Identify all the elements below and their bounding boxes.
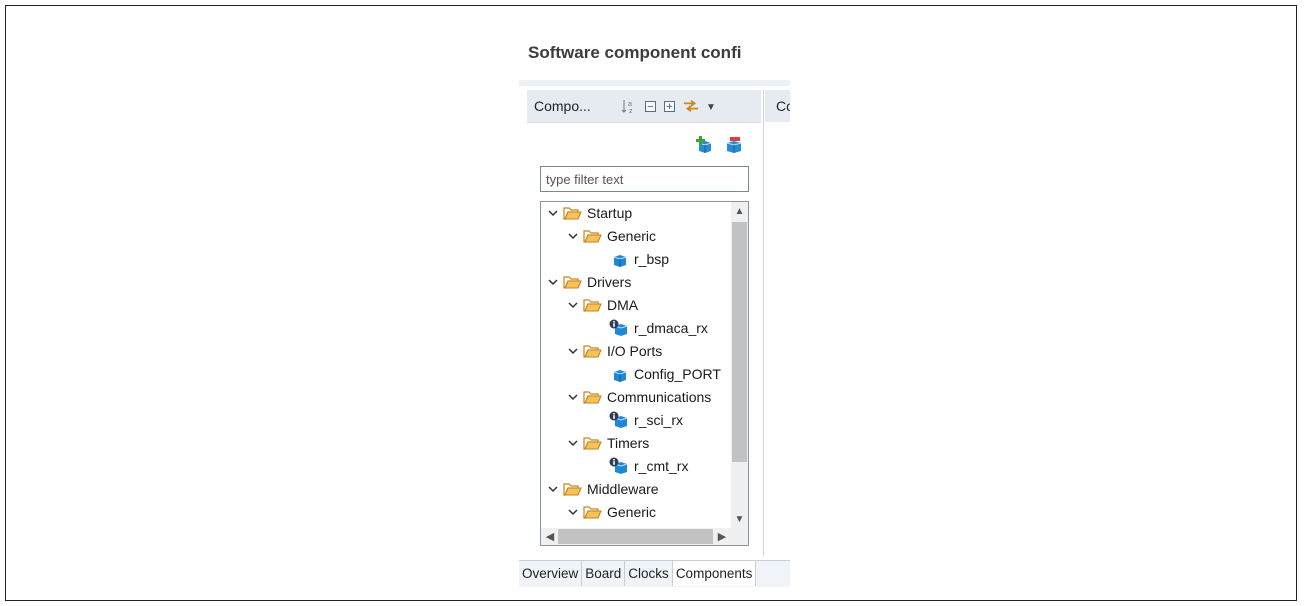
scroll-right-icon[interactable]: ▶ xyxy=(715,529,729,544)
tree-item-label: DMA xyxy=(607,296,639,313)
tree-folder-row[interactable]: DMA xyxy=(567,293,638,316)
collapse-all-icon[interactable]: − xyxy=(645,101,656,112)
tree-component-row[interactable]: r_sci_rx xyxy=(609,408,683,431)
tree-item-label: r_dmaca_rx xyxy=(634,319,708,336)
sort-alpha-icon[interactable]: az xyxy=(621,98,637,114)
tree-item-label: Timers xyxy=(607,434,650,451)
component-info-icon xyxy=(609,319,629,337)
expand-chevron-icon[interactable] xyxy=(547,207,559,219)
tree-item-label: r_cmt_rx xyxy=(634,457,689,474)
scroll-up-icon[interactable]: ▲ xyxy=(733,204,746,218)
component-cube-icon xyxy=(609,365,629,383)
expand-chevron-icon[interactable] xyxy=(567,506,579,518)
editor-tabs: Overview Board Clocks Components xyxy=(519,560,790,587)
panel-top-strip xyxy=(519,80,790,86)
folder-open-icon xyxy=(583,344,602,358)
tree-item-label: Middleware xyxy=(587,480,659,497)
folder-open-icon xyxy=(583,436,602,450)
tree-component-row[interactable]: r_dmaca_rx xyxy=(609,316,708,339)
horizontal-scroll-thumb[interactable] xyxy=(558,529,713,544)
scroll-left-icon[interactable]: ◀ xyxy=(543,529,557,544)
configure-view-title[interactable]: Co xyxy=(776,98,790,114)
tree-folder-row[interactable]: Startup xyxy=(547,202,633,224)
tree-item-label: Generic xyxy=(607,227,657,244)
tree-folder-row[interactable]: Timers xyxy=(567,431,649,454)
view-divider[interactable] xyxy=(763,90,764,556)
tree-item-label: Config_PORT xyxy=(634,365,721,382)
tree-folder-row[interactable]: Middleware xyxy=(547,477,659,500)
components-view-header: Compo... az − + ▼ xyxy=(527,90,761,123)
component-tree: Startup Generic r_bsp Drivers DMA r_dmaca_rx I… xyxy=(540,201,749,546)
tree-item-label: Generic xyxy=(607,503,657,520)
view-menu-icon[interactable]: ▼ xyxy=(703,99,719,115)
tree-folder-row[interactable]: Generic xyxy=(567,500,656,523)
tree-folder-row[interactable]: Communications xyxy=(567,385,711,408)
expand-chevron-icon[interactable] xyxy=(547,483,559,495)
tree-vertical-scrollbar[interactable]: ▲ ▼ xyxy=(731,202,748,528)
tree-component-row[interactable]: Config_PORT xyxy=(609,362,721,385)
components-panel: Compo... az − + ▼ Co Startup Generic r_bsp… xyxy=(519,80,790,556)
components-view-title[interactable]: Compo... xyxy=(534,98,591,114)
sync-icon[interactable] xyxy=(683,98,699,114)
folder-open-icon xyxy=(583,298,602,312)
tab-overview[interactable]: Overview xyxy=(519,561,583,586)
component-info-icon xyxy=(609,411,629,429)
svg-text:a: a xyxy=(628,101,632,108)
remove-component-icon[interactable] xyxy=(725,136,743,154)
component-cube-icon xyxy=(609,250,629,268)
tab-components[interactable]: Components xyxy=(672,561,757,586)
scroll-down-icon[interactable]: ▼ xyxy=(733,512,746,526)
tree-item-label: I/O Ports xyxy=(607,342,663,359)
vertical-scroll-thumb[interactable] xyxy=(732,222,747,462)
tab-board[interactable]: Board xyxy=(582,561,626,586)
tree-item-label: Drivers xyxy=(587,273,632,290)
expand-all-icon[interactable]: + xyxy=(664,101,675,112)
folder-open-icon xyxy=(583,505,602,519)
tree-item-label: r_sci_rx xyxy=(634,411,684,428)
svg-text:z: z xyxy=(629,108,633,114)
tree-item-label: r_bsp xyxy=(634,250,670,267)
tree-item-label: Startup xyxy=(587,204,633,221)
add-component-icon[interactable] xyxy=(695,136,713,154)
folder-open-icon xyxy=(583,229,602,243)
folder-open-icon xyxy=(583,390,602,404)
tree-item-label: Communications xyxy=(607,388,712,405)
expand-chevron-icon[interactable] xyxy=(547,276,559,288)
expand-chevron-icon[interactable] xyxy=(567,230,579,242)
tree-folder-row[interactable]: Generic xyxy=(567,224,656,247)
tree-component-row[interactable]: r_bsp xyxy=(609,247,669,270)
tree-folder-row[interactable]: I/O Ports xyxy=(567,339,662,362)
expand-chevron-icon[interactable] xyxy=(567,391,579,403)
configure-view-header: Co xyxy=(765,90,790,122)
tree-folder-row[interactable]: Drivers xyxy=(547,270,631,293)
tree-horizontal-scrollbar[interactable]: ◀ ▶ xyxy=(541,528,748,545)
folder-open-icon xyxy=(563,206,582,220)
tree-component-row[interactable]: r_cmt_rx xyxy=(609,454,688,477)
folder-open-icon xyxy=(563,482,582,496)
expand-chevron-icon[interactable] xyxy=(567,437,579,449)
filter-input[interactable] xyxy=(540,166,749,192)
page-title: Software component confi xyxy=(528,43,742,62)
tab-clocks[interactable]: Clocks xyxy=(625,561,673,586)
expand-chevron-icon[interactable] xyxy=(567,299,579,311)
component-info-icon xyxy=(609,457,629,475)
folder-open-icon xyxy=(563,275,582,289)
expand-chevron-icon[interactable] xyxy=(567,345,579,357)
